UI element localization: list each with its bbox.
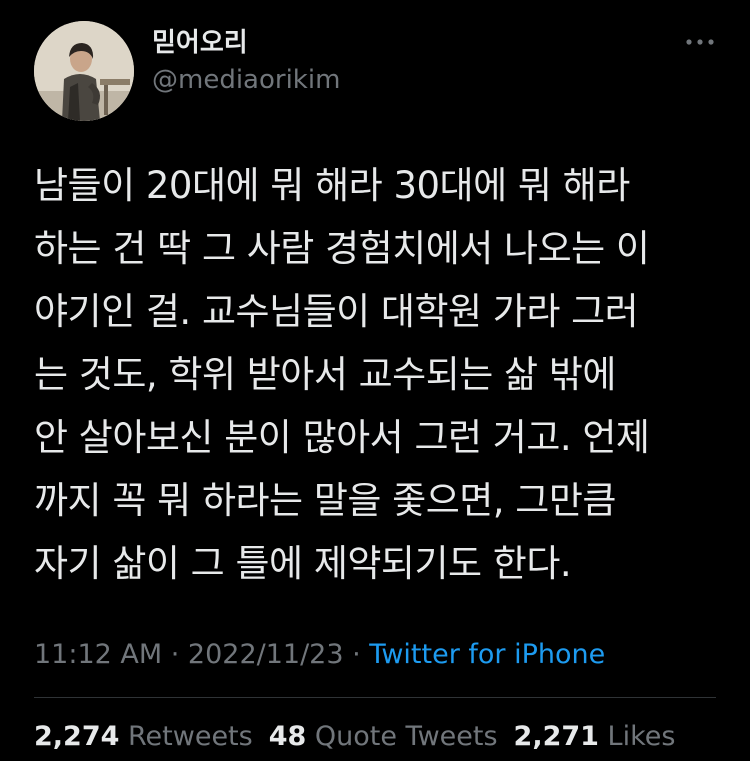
tweet-metadata: 11:12 AM · 2022/11/23 · Twitter for iPho…: [34, 638, 605, 672]
tweet-detail: 믿어오리 @mediaorikim 남들이 20대에 뭐 해라 30대에 뭐 해…: [0, 0, 750, 761]
meta-separator: ·: [343, 639, 370, 670]
tweet-text-line: 까지 꼭 뭐 하라는 말을 좇으면, 그만큼: [34, 479, 616, 522]
author-display-name[interactable]: 믿어오리: [152, 27, 248, 59]
retweets-label: Retweets: [128, 721, 253, 752]
more-horizontal-icon[interactable]: [684, 34, 716, 50]
tweet-source-link[interactable]: Twitter for iPhone: [369, 639, 605, 670]
likes-count: 2,271: [513, 721, 599, 752]
divider: [34, 697, 716, 698]
tweet-text-line: 남들이 20대에 뭐 해라 30대에 뭐 해라: [34, 164, 630, 207]
retweets-stat[interactable]: 2,274 Retweets: [34, 721, 269, 752]
tweet-date[interactable]: 2022/11/23: [188, 639, 344, 670]
engagement-stats: 2,274 Retweets 48 Quote Tweets 2,271 Likes: [34, 720, 691, 754]
avatar[interactable]: [34, 21, 134, 121]
tweet-text-line: 는 것도, 학위 받아서 교수되는 삶 밖에: [34, 353, 616, 396]
meta-separator: ·: [162, 639, 188, 670]
quote-tweets-label: Quote Tweets: [314, 721, 498, 752]
likes-stat[interactable]: 2,271 Likes: [514, 721, 692, 752]
retweets-count: 2,274: [34, 721, 120, 752]
quote-tweets-stat[interactable]: 48 Quote Tweets: [269, 721, 514, 752]
quote-tweets-count: 48: [268, 721, 307, 752]
tweet-text-line: 야기인 걸. 교수님들이 대학원 가라 그러: [34, 290, 639, 333]
likes-label: Likes: [607, 721, 676, 752]
tweet-text-line: 자기 삶이 그 틀에 제약되기도 한다.: [34, 542, 572, 585]
tweet-time[interactable]: 11:12 AM: [34, 639, 162, 670]
tweet-text-line: 하는 건 딱 그 사람 경험치에서 나오는 이: [34, 227, 650, 270]
avatar-photo: [34, 21, 134, 121]
tweet-text: 남들이 20대에 뭐 해라 30대에 뭐 해라 하는 건 딱 그 사람 경험치에…: [34, 154, 724, 595]
tweet-text-line: 안 살아보신 분이 많아서 그런 거고. 언제: [34, 416, 650, 459]
author-username[interactable]: @mediaorikim: [152, 64, 340, 96]
